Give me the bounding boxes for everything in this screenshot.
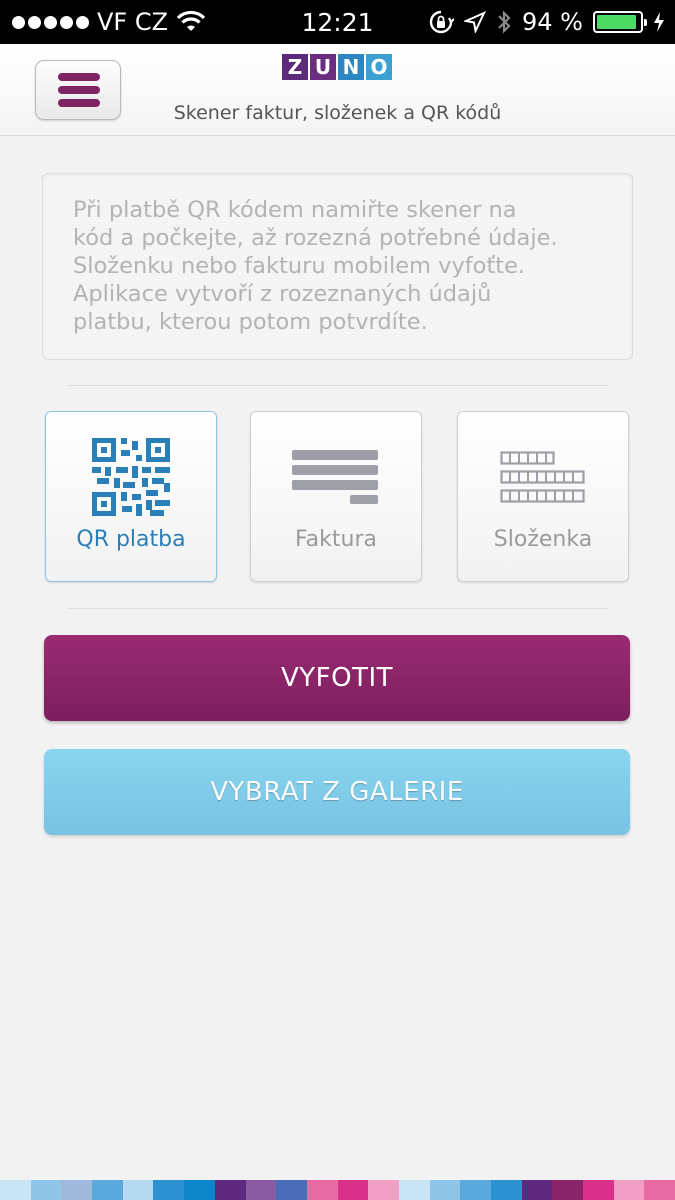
strip-segment (491, 1180, 522, 1200)
option-label: Faktura (295, 527, 377, 552)
location-icon (464, 11, 487, 33)
strip-segment (153, 1180, 185, 1200)
take-photo-button[interactable]: VYFOTIT (44, 635, 630, 721)
strip-segment (552, 1180, 584, 1200)
strip-segment (184, 1180, 215, 1200)
status-right: 94 % (428, 0, 665, 44)
instruction-line: kód a počkejte, až rozezná potřebné údaj… (73, 225, 558, 251)
strip-segment (613, 1180, 645, 1200)
strip-segment (214, 1180, 246, 1200)
invoice-icon (292, 450, 378, 504)
strip-segment (644, 1180, 675, 1200)
strip-segment (276, 1180, 307, 1200)
logo-letter: N (338, 54, 364, 80)
menu-icon (58, 73, 100, 81)
battery-fill (597, 15, 637, 29)
instruction-line: platbu, kterou potom potvrdíte. (73, 309, 428, 335)
page-subtitle: Skener faktur, složenek a QR kódů (173, 102, 502, 124)
option-qr-payment[interactable]: QR platba (45, 411, 217, 582)
instruction-line: Při platbě QR kódem namiřte skener na (73, 197, 517, 223)
divider (68, 608, 608, 609)
choose-from-gallery-button[interactable]: VYBRAT Z GALERIE (44, 749, 630, 835)
strip-segment (368, 1180, 399, 1200)
option-payment-slip[interactable]: Složenka (457, 411, 629, 582)
instruction-line: Aplikace vytvoří z rozeznaných údajů (73, 281, 492, 307)
instruction-line: Složenku nebo fakturu mobilem vyfoťte. (73, 253, 526, 279)
strip-segment (398, 1180, 430, 1200)
status-bar: VF CZ 12:21 94 % (0, 0, 675, 44)
instructions-box: Při platbě QR kódem namiřte skener na kó… (42, 173, 633, 360)
battery-percent: 94 % (522, 8, 583, 36)
bluetooth-icon (498, 10, 511, 34)
strip-segment (306, 1180, 338, 1200)
option-label: QR platba (76, 527, 186, 552)
option-invoice[interactable]: Faktura (250, 411, 422, 582)
divider (68, 385, 608, 386)
battery-icon (593, 11, 647, 33)
logo-letter: Z (282, 54, 308, 80)
charging-icon (654, 12, 664, 32)
payment-slip-icon (500, 451, 585, 503)
logo-letter: U (310, 54, 336, 80)
strip-segment (460, 1180, 491, 1200)
strip-segment (245, 1180, 277, 1200)
strip-segment (30, 1180, 62, 1200)
strip-segment (521, 1180, 553, 1200)
app-header: ZUNO Skener faktur, složenek a QR kódů (0, 44, 675, 136)
strip-segment (337, 1180, 369, 1200)
strip-segment (0, 1180, 31, 1200)
strip-segment (92, 1180, 123, 1200)
strip-segment (429, 1180, 461, 1200)
rotation-lock-icon (429, 10, 455, 34)
zuno-logo: ZUNO (282, 54, 392, 80)
strip-segment (61, 1180, 93, 1200)
qr-code-icon (92, 438, 170, 516)
strip-segment (122, 1180, 154, 1200)
decorative-color-strip (0, 1180, 675, 1200)
logo-letter: O (366, 54, 392, 80)
menu-icon-bar (58, 86, 100, 94)
option-label: Složenka (493, 527, 593, 552)
strip-segment (583, 1180, 614, 1200)
